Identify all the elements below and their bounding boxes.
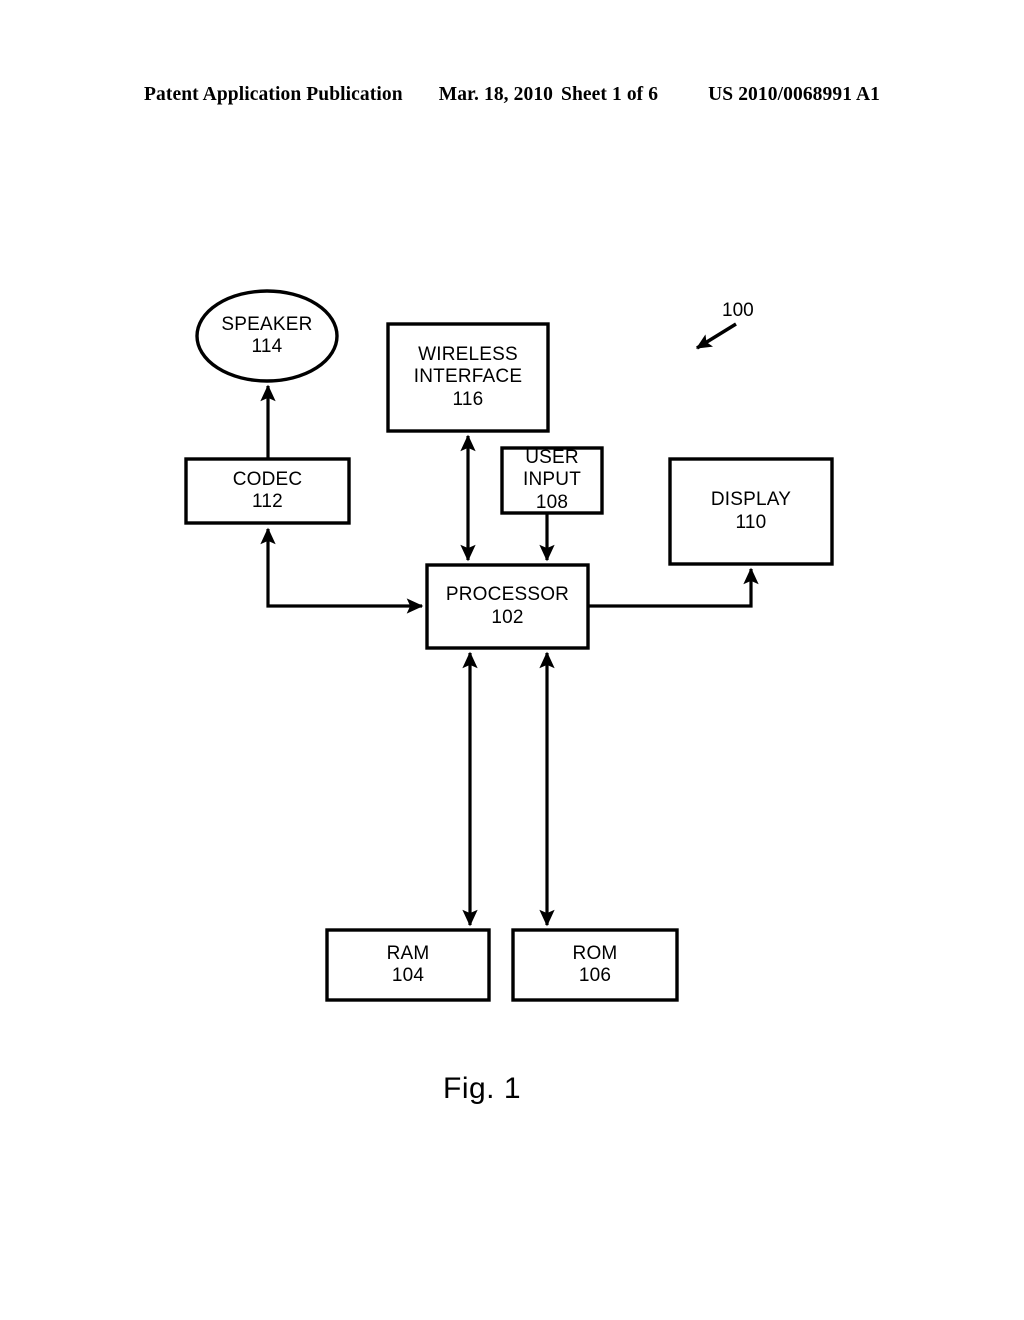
node-wireless-label: WIRELESS xyxy=(418,344,518,366)
figure-caption: Fig. 1 xyxy=(443,1072,522,1105)
node-processor: PROCESSOR 102 xyxy=(427,565,588,648)
node-processor-ref: 102 xyxy=(491,606,524,628)
node-rom-label: ROM xyxy=(572,942,618,964)
node-codec-ref: 112 xyxy=(252,491,283,512)
node-speaker-label: SPEAKER xyxy=(221,313,313,335)
node-speaker-ref: 114 xyxy=(251,336,283,357)
node-codec: CODEC 112 xyxy=(186,459,349,523)
node-display-ref: 110 xyxy=(735,511,767,533)
system-ref-leader-arrow xyxy=(695,322,737,350)
node-ram-ref: 104 xyxy=(391,965,425,986)
node-processor-label: PROCESSOR xyxy=(445,584,570,606)
node-display-label: DISPLAY xyxy=(710,489,792,511)
node-rom: ROM 106 xyxy=(513,930,677,1000)
node-userinput-label: USER xyxy=(525,447,579,469)
node-speaker: SPEAKER 114 xyxy=(197,291,337,381)
node-display: DISPLAY 110 xyxy=(670,459,832,564)
node-wireless-label2: INTERFACE xyxy=(413,366,523,388)
connector-processor-display xyxy=(588,567,759,608)
node-wireless-interface: WIRELESS INTERFACE 116 xyxy=(388,324,548,431)
node-wireless-ref: 116 xyxy=(452,388,484,410)
node-user-input: USER INPUT 108 xyxy=(502,447,602,513)
node-userinput-label2: INPUT xyxy=(523,469,581,491)
node-codec-label: CODEC xyxy=(232,468,303,490)
node-rom-ref: 106 xyxy=(578,965,612,986)
node-userinput-ref: 108 xyxy=(535,491,569,513)
figure-diagram xyxy=(184,289,834,1002)
node-ram-label: RAM xyxy=(386,942,430,964)
system-ref-label: 100 xyxy=(722,300,754,321)
connector-processor-codec xyxy=(260,527,424,614)
node-ram: RAM 104 xyxy=(327,930,489,1000)
